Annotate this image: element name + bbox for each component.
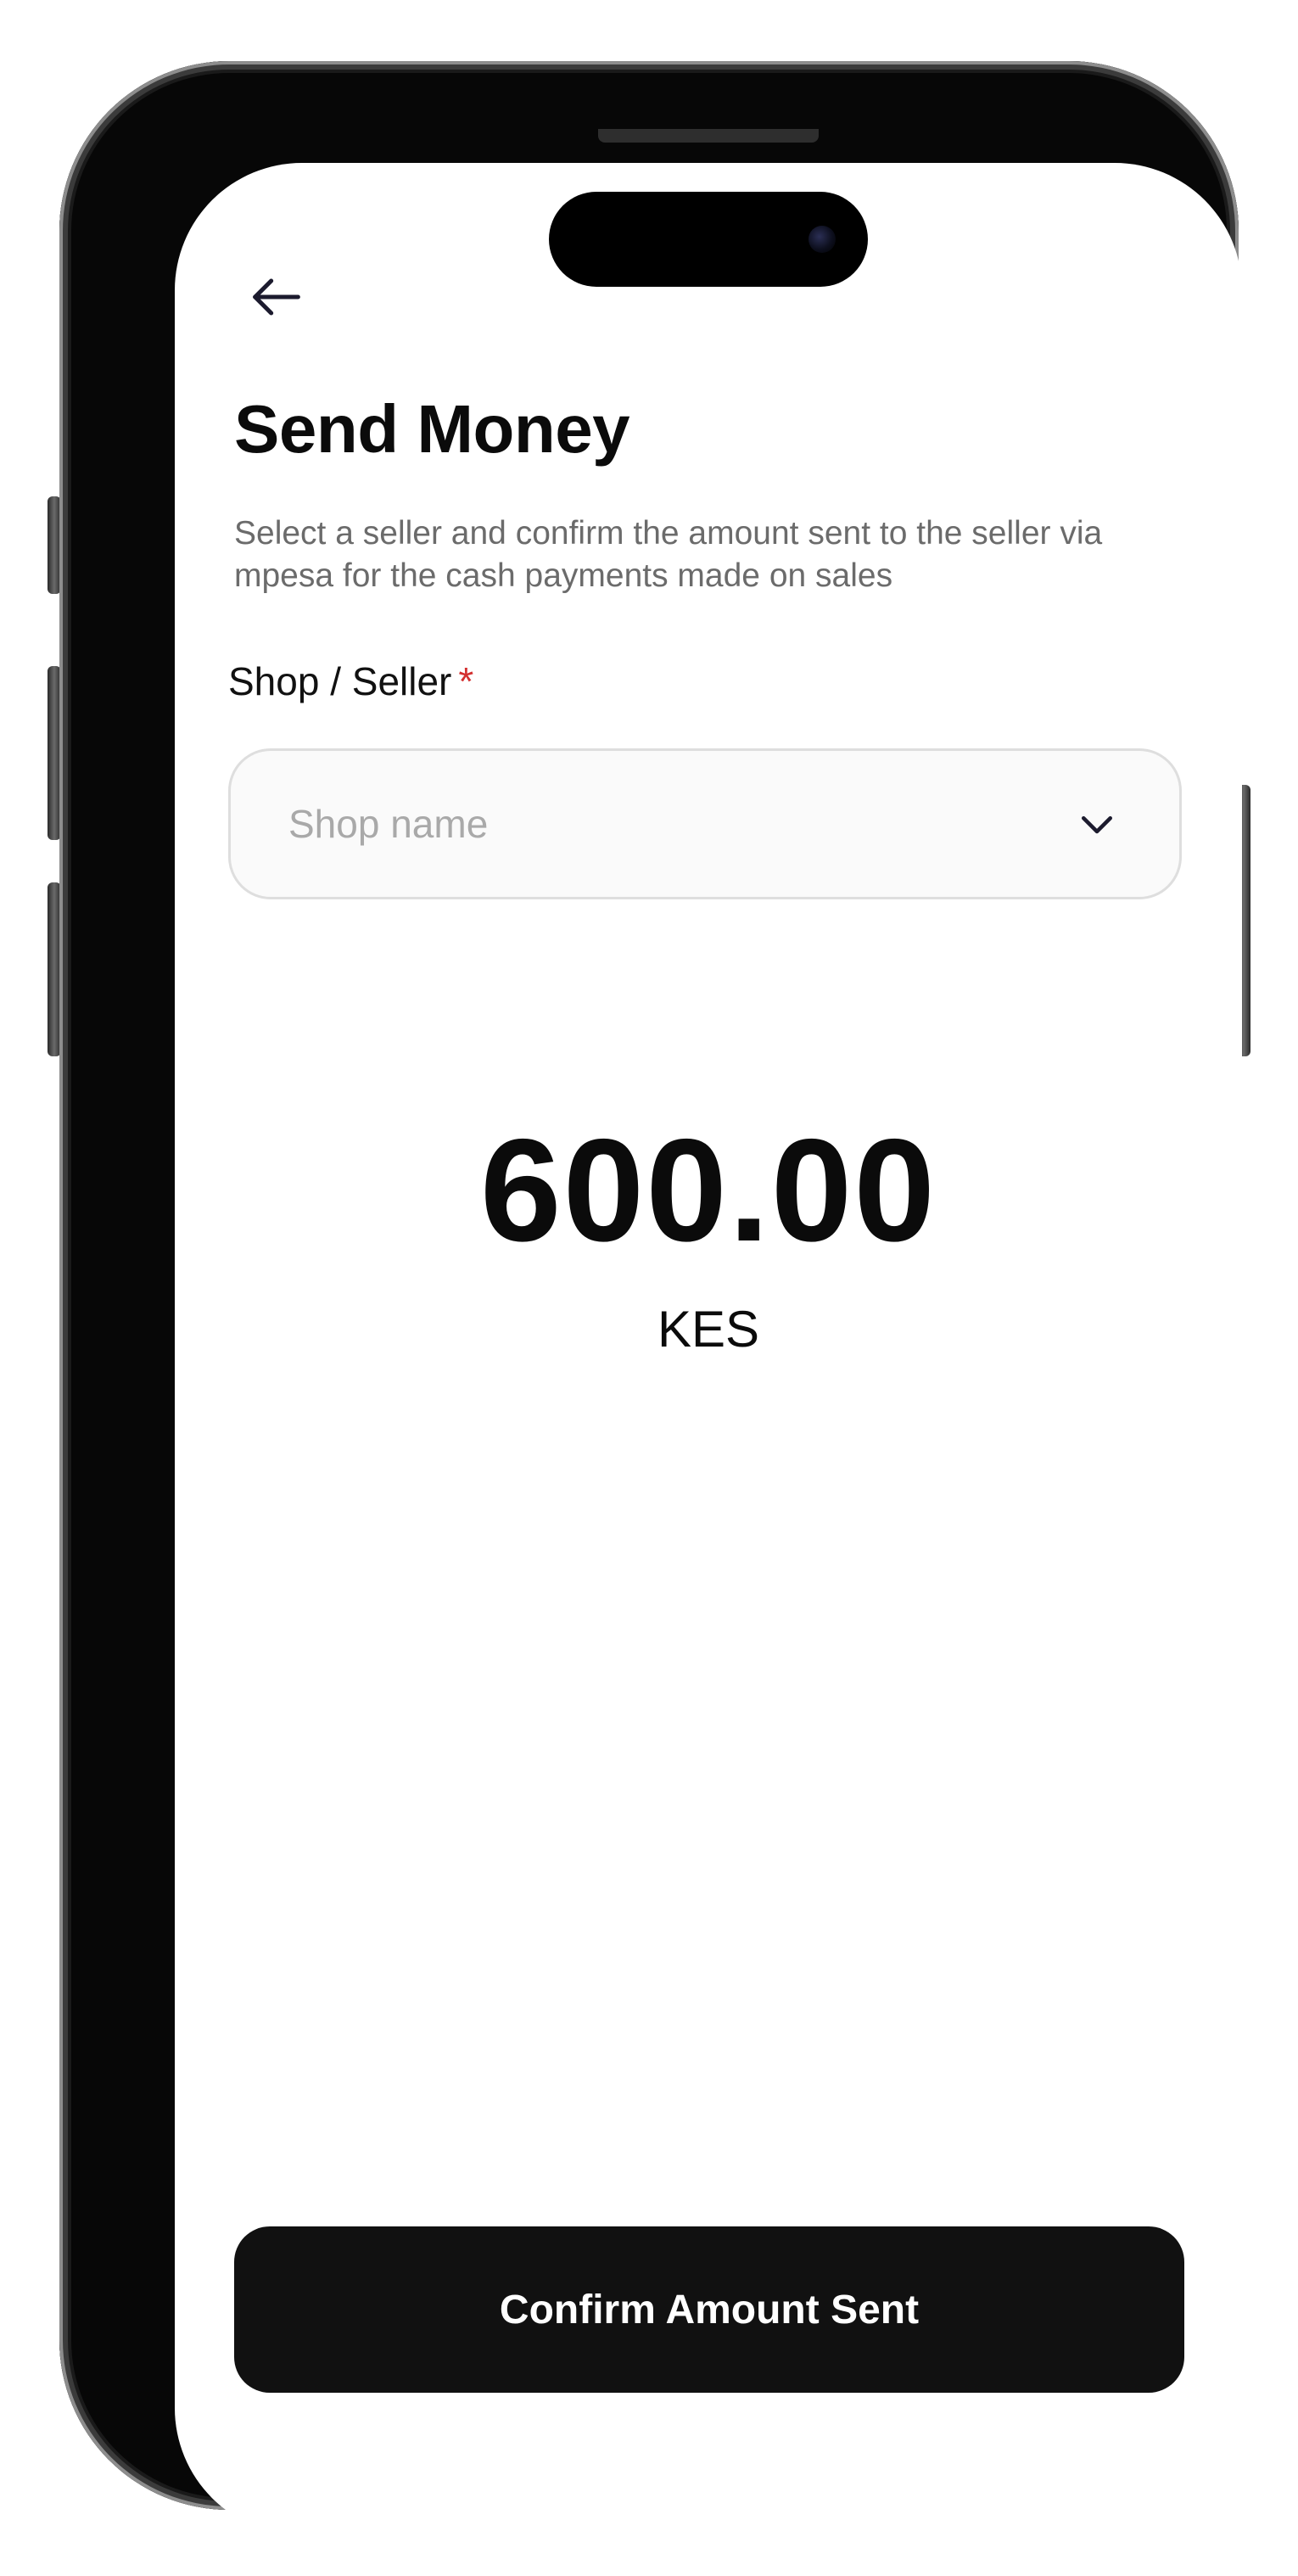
- required-marker: *: [458, 659, 474, 703]
- confirm-amount-sent-button[interactable]: Confirm Amount Sent: [234, 2226, 1184, 2393]
- page-description: Select a seller and confirm the amount s…: [234, 515, 1103, 594]
- phone-frame: Send Money Select a seller and confirm t…: [59, 61, 1242, 2535]
- shop-select-placeholder: Shop name: [288, 802, 489, 846]
- app-screen: Send Money Select a seller and confirm t…: [175, 163, 1242, 2535]
- dynamic-island: [549, 192, 868, 287]
- front-camera: [808, 226, 836, 253]
- arrow-left-icon: [244, 265, 309, 333]
- amount-value: 600.00: [479, 1109, 937, 1272]
- shop-select-dropdown[interactable]: Shop name: [228, 748, 1182, 899]
- back-button[interactable]: [234, 256, 319, 341]
- page-title: Send Money: [234, 391, 630, 467]
- shop-seller-label: Shop / Seller *: [228, 658, 473, 704]
- chevron-down-icon: [1074, 801, 1120, 847]
- shop-seller-label-text: Shop / Seller: [228, 659, 452, 703]
- speaker-grille: [598, 129, 819, 143]
- currency-code: KES: [657, 1301, 760, 1358]
